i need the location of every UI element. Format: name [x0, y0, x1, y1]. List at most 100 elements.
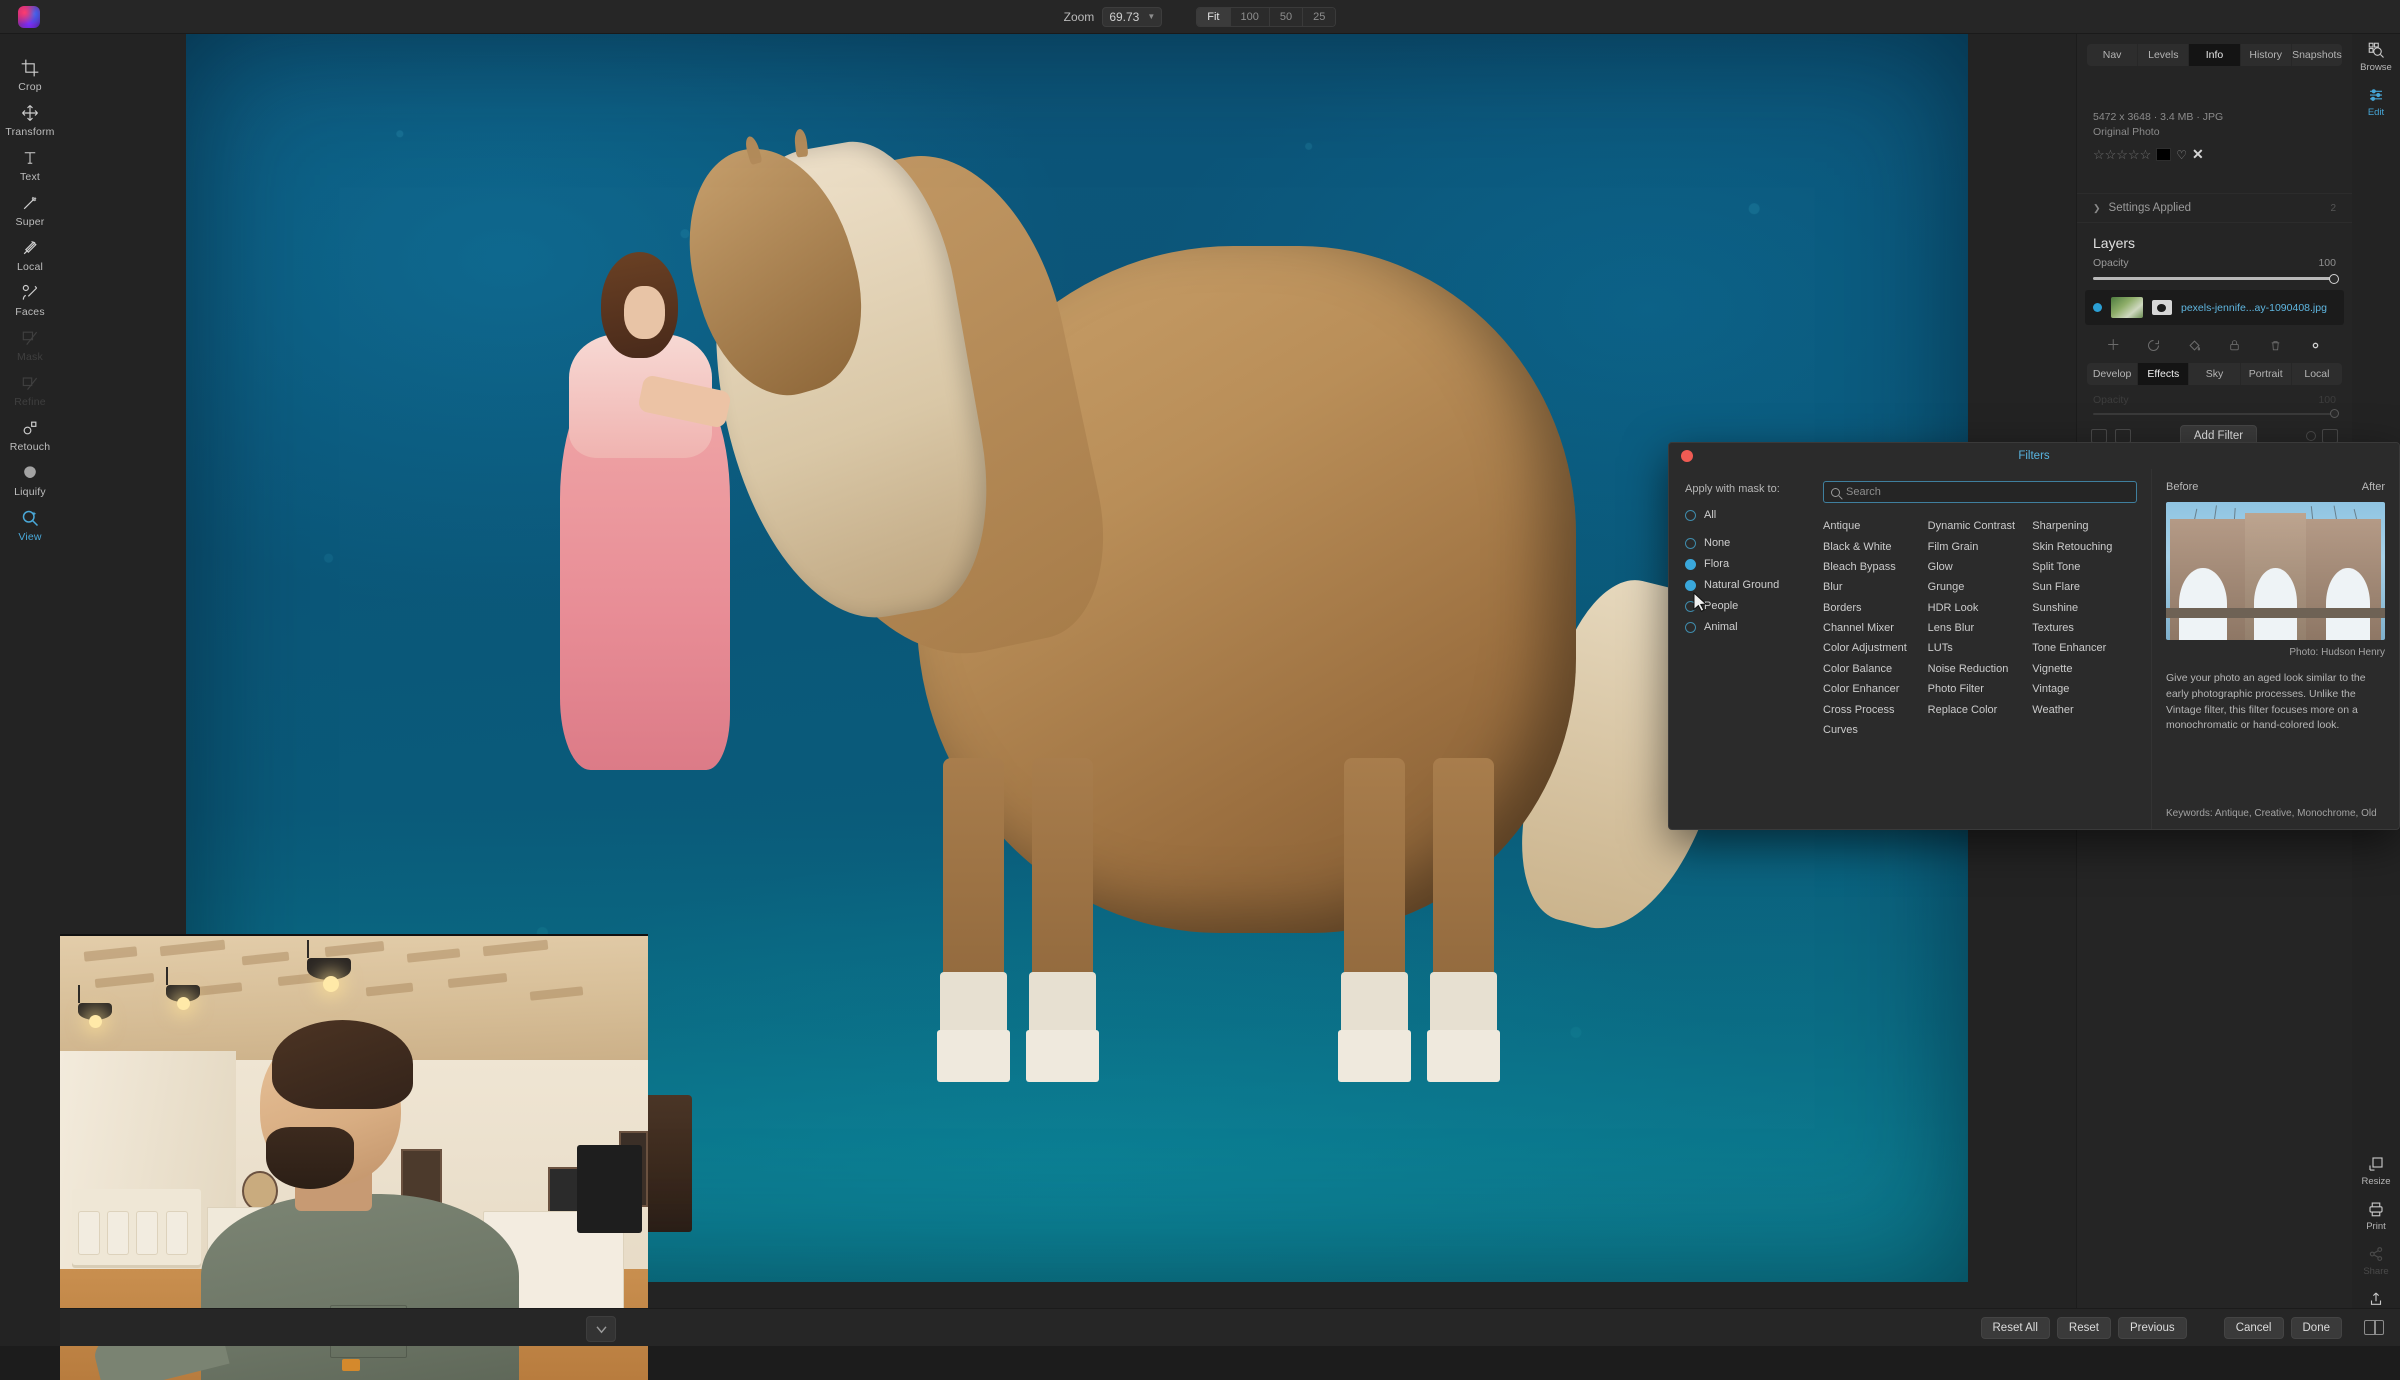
mode-effects[interactable]: Effects	[2138, 363, 2189, 385]
tool-refine[interactable]: Refine	[0, 367, 60, 412]
radio-button[interactable]	[1685, 580, 1696, 591]
filter-item[interactable]: Glow	[1928, 557, 2033, 577]
reset-all-button[interactable]: Reset All	[1981, 1317, 2050, 1339]
rail-share[interactable]: Share	[2352, 1238, 2400, 1283]
mode-portrait[interactable]: Portrait	[2241, 363, 2292, 385]
filter-item[interactable]: Skin Retouching	[2032, 536, 2137, 556]
filter-item[interactable]: Borders	[1823, 598, 1928, 618]
filter-item[interactable]: Color Adjustment	[1823, 638, 1928, 658]
filter-item[interactable]: Textures	[2032, 618, 2137, 638]
rating-stars[interactable]: ☆☆☆☆☆	[2093, 147, 2151, 163]
layer-visibility-dot[interactable]	[2093, 303, 2102, 312]
filter-item[interactable]: Bleach Bypass	[1823, 557, 1928, 577]
color-label-swatch[interactable]	[2156, 148, 2171, 161]
filter-item[interactable]: Dynamic Contrast	[1928, 516, 2033, 536]
reject-x-icon[interactable]: ✕	[2192, 146, 2204, 163]
mask-option-animal[interactable]: Animal	[1685, 621, 1817, 633]
filter-item[interactable]: Color Enhancer	[1823, 679, 1928, 699]
zoom-preset-25[interactable]: 25	[1303, 8, 1335, 26]
effects-opacity-slider[interactable]	[2093, 413, 2336, 415]
search-input[interactable]: Search	[1846, 486, 1881, 498]
add-layer-icon[interactable]: ＋	[2104, 336, 2122, 354]
filter-item[interactable]: Grunge	[1928, 577, 2033, 597]
filter-item[interactable]: Black & White	[1823, 536, 1928, 556]
filter-item[interactable]: Tone Enhancer	[2032, 638, 2137, 658]
filter-item[interactable]: LUTs	[1928, 638, 2033, 658]
delete-layer-icon[interactable]	[2266, 336, 2284, 354]
tool-view[interactable]: View	[0, 502, 60, 547]
fill-layer-icon[interactable]	[2185, 336, 2203, 354]
zoom-preset-50[interactable]: 50	[1270, 8, 1303, 26]
filter-item[interactable]: Color Balance	[1823, 659, 1928, 679]
filters-dialog-titlebar[interactable]: Filters	[1669, 443, 2399, 469]
tab-history[interactable]: History	[2241, 44, 2292, 66]
filter-item[interactable]: Blur	[1823, 577, 1928, 597]
tab-info[interactable]: Info	[2189, 44, 2240, 66]
layer-row[interactable]: pexels-jennife...ay-1090408.jpg	[2085, 290, 2344, 325]
effects-opacity-knob[interactable]	[2330, 409, 2339, 418]
cancel-button[interactable]: Cancel	[2224, 1317, 2284, 1339]
radio-button[interactable]	[1685, 622, 1696, 633]
filmstrip-toggle-button[interactable]	[586, 1316, 616, 1342]
zoom-preset-fit[interactable]: Fit	[1197, 8, 1230, 26]
filter-item[interactable]: Antique	[1823, 516, 1928, 536]
rail-browse[interactable]: Browse	[2352, 34, 2400, 79]
mode-develop[interactable]: Develop	[2087, 363, 2138, 385]
rail-print[interactable]: Print	[2352, 1193, 2400, 1238]
radio-button[interactable]	[1685, 510, 1696, 521]
favorite-heart-icon[interactable]: ♡	[2176, 148, 2187, 162]
mode-local[interactable]: Local	[2292, 363, 2342, 385]
tool-crop[interactable]: Crop	[0, 52, 60, 97]
reset-button[interactable]: Reset	[2057, 1317, 2111, 1339]
filter-item[interactable]: Channel Mixer	[1823, 618, 1928, 638]
tool-liquify[interactable]: Liquify	[0, 457, 60, 502]
mask-option-flora[interactable]: Flora	[1685, 558, 1817, 570]
filter-item[interactable]: Noise Reduction	[1928, 659, 2033, 679]
filter-item[interactable]: Split Tone	[2032, 557, 2137, 577]
filter-preview-image[interactable]	[2166, 502, 2385, 640]
opacity-slider-knob[interactable]	[2329, 274, 2339, 284]
filter-item[interactable]: Sharpening	[2032, 516, 2137, 536]
filter-item[interactable]: Cross Process	[1823, 699, 1928, 719]
previous-button[interactable]: Previous	[2118, 1317, 2187, 1339]
filter-item[interactable]: HDR Look	[1928, 598, 2033, 618]
mask-option-none[interactable]: None	[1685, 537, 1817, 549]
rail-edit[interactable]: Edit	[2352, 79, 2400, 124]
mode-sky[interactable]: Sky	[2189, 363, 2240, 385]
filter-item[interactable]: Sun Flare	[2032, 577, 2137, 597]
filter-item[interactable]: Vintage	[2032, 679, 2137, 699]
tab-levels[interactable]: Levels	[2138, 44, 2189, 66]
filter-item[interactable]: Photo Filter	[1928, 679, 2033, 699]
filter-item[interactable]: Lens Blur	[1928, 618, 2033, 638]
layer-options-icon[interactable]	[2307, 336, 2325, 354]
close-icon[interactable]	[1681, 450, 1693, 462]
tool-transform[interactable]: Transform	[0, 97, 60, 142]
layer-mask-thumbnail[interactable]	[2152, 300, 2172, 315]
tool-mask[interactable]: Mask	[0, 322, 60, 367]
filter-options-icon[interactable]	[2306, 431, 2316, 441]
filter-search-box[interactable]: Search	[1823, 481, 2137, 503]
opacity-slider[interactable]	[2093, 277, 2336, 280]
filter-item[interactable]: Vignette	[2032, 659, 2137, 679]
filter-item[interactable]: Sunshine	[2032, 598, 2137, 618]
filter-item[interactable]: Curves	[1823, 720, 1928, 740]
tool-faces[interactable]: Faces	[0, 277, 60, 322]
mask-option-natural-ground[interactable]: Natural Ground	[1685, 579, 1817, 591]
tool-text[interactable]: Text	[0, 142, 60, 187]
tab-nav[interactable]: Nav	[2087, 44, 2138, 66]
zoom-value-dropdown[interactable]: 69.73 ▼	[1102, 7, 1162, 27]
filter-item[interactable]: Weather	[2032, 699, 2137, 719]
filter-item[interactable]: Film Grain	[1928, 536, 2033, 556]
radio-button[interactable]	[1685, 538, 1696, 549]
zoom-preset-100[interactable]: 100	[1231, 8, 1270, 26]
lock-layer-icon[interactable]	[2226, 336, 2244, 354]
tab-snapshots[interactable]: Snapshots	[2292, 44, 2342, 66]
settings-applied-row[interactable]: ❯ Settings Applied 2	[2077, 193, 2352, 223]
split-view-icon[interactable]	[2364, 1320, 2384, 1335]
tool-local[interactable]: Local	[0, 232, 60, 277]
radio-button[interactable]	[1685, 559, 1696, 570]
tool-retouch[interactable]: Retouch	[0, 412, 60, 457]
filter-item[interactable]: Replace Color	[1928, 699, 2033, 719]
duplicate-layer-icon[interactable]	[2145, 336, 2163, 354]
mask-option-all[interactable]: All	[1685, 509, 1817, 521]
